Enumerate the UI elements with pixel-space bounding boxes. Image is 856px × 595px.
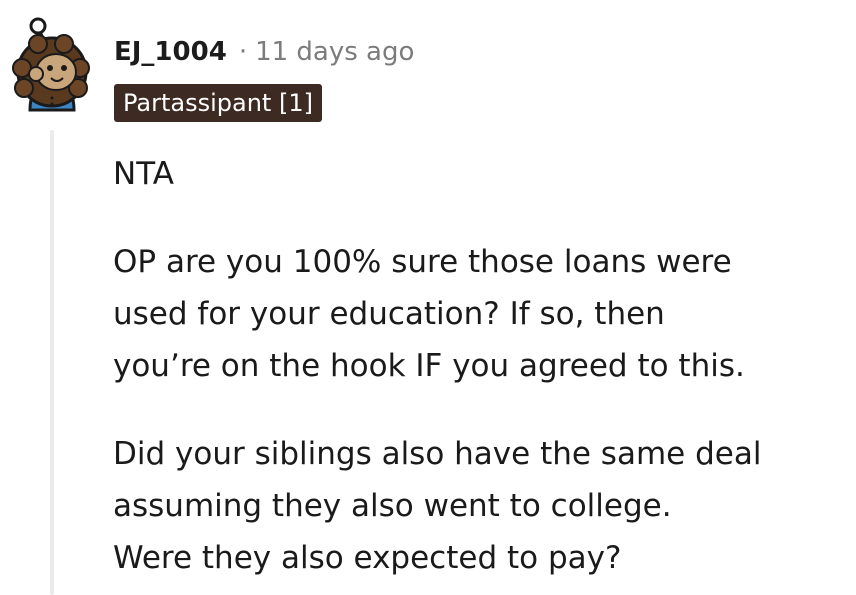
user-avatar[interactable] [10, 14, 94, 112]
thread-collapse-line[interactable] [50, 130, 54, 595]
comment-text-line: Did your siblings also have the same dea… [113, 436, 762, 472]
comment-text-line: NTA [113, 156, 174, 192]
snoo-avatar-icon [12, 17, 90, 112]
comment-paragraph: NTA [113, 148, 833, 200]
user-flair: Partassipant [1] [114, 84, 322, 122]
comment-text-line: OP are you 100% sure those loans were [113, 244, 732, 280]
comment-header: EJ_1004 · 11 days ago [114, 34, 414, 70]
comment-paragraph: Did your siblings also have the same dea… [113, 428, 833, 584]
username-link[interactable]: EJ_1004 [114, 37, 227, 67]
comment-text-line: you’re on the hook IF you agreed to this… [113, 348, 745, 384]
comment-text-line: Were they also expected to pay? [113, 540, 622, 576]
comment-paragraph: OP are you 100% sure those loans were us… [113, 236, 833, 392]
comment: EJ_1004 · 11 days ago Partassipant [1] N… [0, 0, 856, 595]
comment-timestamp[interactable]: 11 days ago [255, 37, 414, 67]
meta-separator: · [238, 37, 248, 67]
comment-text-line: assuming they also went to college. [113, 488, 672, 524]
comment-body: NTA OP are you 100% sure those loans wer… [113, 148, 833, 584]
comment-text-line: used for your education? If so, then [113, 296, 665, 332]
